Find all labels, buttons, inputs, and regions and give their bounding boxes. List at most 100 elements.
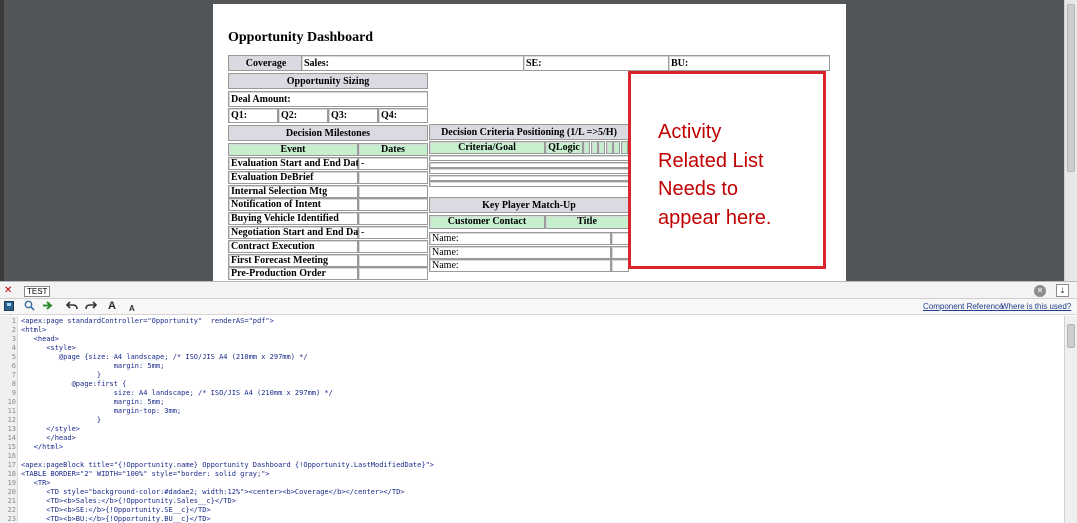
criteria-row (429, 174, 629, 181)
criteria-col-goal: Criteria/Goal (429, 141, 545, 154)
undo-icon[interactable] (65, 300, 78, 313)
criteria-col-qlogic-label: QLogic (548, 142, 580, 153)
bu-label: BU: (671, 58, 689, 69)
criteria-row (429, 181, 629, 187)
save-icon[interactable] (4, 301, 14, 311)
search-icon-glyph (24, 300, 35, 311)
deal-amount-label: Deal Amount: (231, 94, 291, 105)
key-player-col-title-label: Title (577, 216, 597, 227)
code-line-text: margin: 5mm; (21, 362, 165, 370)
go-arrow-icon[interactable] (42, 300, 54, 313)
criteria-row (429, 168, 629, 174)
line-number: 1 (11, 317, 16, 325)
milestone-event-cell: Negotiation Start and End Date (228, 226, 366, 239)
line-number: 12 (7, 416, 16, 424)
bu-cell: BU: (668, 55, 830, 71)
milestone-date-cell: - (358, 157, 428, 170)
milestone-date-cell (358, 267, 428, 281)
code-line-text: <TD style="background-color:#dadae2; wid… (21, 488, 405, 496)
milestones-col-dates-label: Dates (381, 144, 405, 155)
milestone-event-cell: Pre-Production Order (228, 267, 358, 281)
code-line: 5 @page {size: A4 landscape; /* ISO/JIS … (0, 353, 1064, 362)
redo-glyph (85, 301, 98, 310)
code-scrollbar[interactable] (1064, 316, 1077, 523)
milestone-event-label: Notification of Intent (231, 199, 321, 211)
line-number: 7 (11, 371, 16, 379)
criteria-score-header (598, 141, 605, 154)
line-number: 22 (7, 506, 16, 514)
code-line-text: <apex:page standardController="Opportuni… (21, 317, 274, 325)
search-icon[interactable] (24, 300, 35, 313)
code-editor[interactable]: 1 <apex:page standardController="Opportun… (0, 316, 1077, 523)
line-number: 16 (7, 452, 16, 460)
editor-tab-test[interactable]: TEST (24, 286, 51, 297)
milestone-event-label: Evaluation DeBrief (231, 171, 314, 183)
milestone-date-cell (358, 239, 428, 253)
code-line-text: </style> (21, 425, 81, 433)
key-player-contact-cell: Name: (429, 245, 611, 259)
code-line-text: margin: 5mm; (21, 398, 165, 406)
code-line-text: @page {size: A4 landscape; /* ISO/JIS A4… (21, 353, 308, 361)
undo-glyph (65, 301, 78, 310)
milestone-date-cell: - (358, 226, 428, 239)
milestone-event-cell: Notification of Intent (228, 198, 358, 212)
code-line-text: </head> (21, 434, 76, 442)
criteria-row (429, 161, 629, 168)
increase-font-button[interactable]: A (108, 300, 116, 313)
criteria-score-header (613, 141, 620, 154)
criteria-header-label: Decision Criteria Positioning (1/L =>5/H… (441, 127, 617, 138)
redo-icon[interactable] (85, 300, 98, 313)
line-number: 19 (7, 479, 16, 487)
close-circle-icon[interactable]: ✕ (1034, 285, 1046, 297)
where-used-link[interactable]: Where is this used? (1001, 302, 1071, 311)
milestone-event-cell: First Forecast Meeting (228, 253, 358, 267)
download-icon[interactable]: ⤓ (1056, 284, 1069, 297)
key-player-contact-cell: Name: (429, 259, 611, 272)
criteria-col-goal-label: Criteria/Goal (458, 142, 516, 153)
line-number: 21 (7, 497, 16, 505)
preview-scrollbar-thumb[interactable] (1067, 4, 1075, 172)
milestone-date-cell (358, 253, 428, 267)
line-number: 15 (7, 443, 16, 451)
editor-toolbar: A A Component Reference Where is this us… (0, 299, 1077, 315)
code-line: 9 size: A4 landscape; /* ISO/JIS A4 (210… (0, 389, 1064, 398)
q2-cell: Q2: (278, 108, 328, 123)
code-line: 4 <style> (0, 344, 1064, 353)
milestone-date-cell (358, 198, 428, 212)
line-number: 2 (11, 326, 16, 334)
code-line-text: <TD><b>SE:</b>{!Opportunity.SE__c}</TD> (21, 506, 211, 514)
key-player-col-contact-label: Customer Contact (447, 216, 527, 227)
code-line: 17 <apex:pageBlock title="{!Opportunity.n… (0, 461, 1064, 470)
se-cell: SE: (523, 55, 670, 71)
code-line: 15 </html> (0, 443, 1064, 452)
key-player-header-label: Key Player Match-Up (482, 200, 576, 211)
milestones-col-dates: Dates (358, 143, 428, 156)
line-number: 8 (11, 380, 16, 388)
q4-cell: Q4: (378, 108, 428, 123)
deal-amount-cell: Deal Amount: (228, 91, 428, 107)
code-line: 18 <TABLE BORDER="2" WIDTH="100%" style="… (0, 470, 1064, 479)
page-title: Opportunity Dashboard (228, 30, 374, 45)
line-number: 5 (11, 353, 16, 361)
criteria-row (429, 155, 629, 161)
code-line-text: } (21, 416, 102, 424)
coverage-cell: Coverage (228, 55, 304, 71)
key-player-title-cell (611, 232, 629, 245)
preview-scrollbar[interactable] (1064, 0, 1077, 281)
close-editor-icon[interactable]: ✕ (4, 285, 12, 296)
code-line: 7 } (0, 371, 1064, 380)
milestone-event-cell: Evaluation Start and End Date: (228, 157, 367, 170)
code-line-text: <style> (21, 344, 76, 352)
decrease-font-button[interactable]: A (129, 302, 135, 315)
se-label: SE: (526, 58, 542, 69)
code-line-text: <TD><b>Sales:</b>{!Opportunity.Sales__c}… (21, 497, 236, 505)
code-line: 8 @page:first { (0, 380, 1064, 389)
code-scrollbar-thumb[interactable] (1067, 324, 1075, 348)
annotation-box: Activity Related List Needs to appear he… (628, 71, 826, 269)
sales-cell: Sales: (301, 55, 524, 71)
line-number: 3 (11, 335, 16, 343)
code-line-text: <html> (21, 326, 47, 334)
code-line: 3 <head> (0, 335, 1064, 344)
component-reference-link[interactable]: Component Reference (923, 302, 1004, 311)
code-line-text: <TABLE BORDER="2" WIDTH="100%" style="bo… (21, 470, 270, 478)
